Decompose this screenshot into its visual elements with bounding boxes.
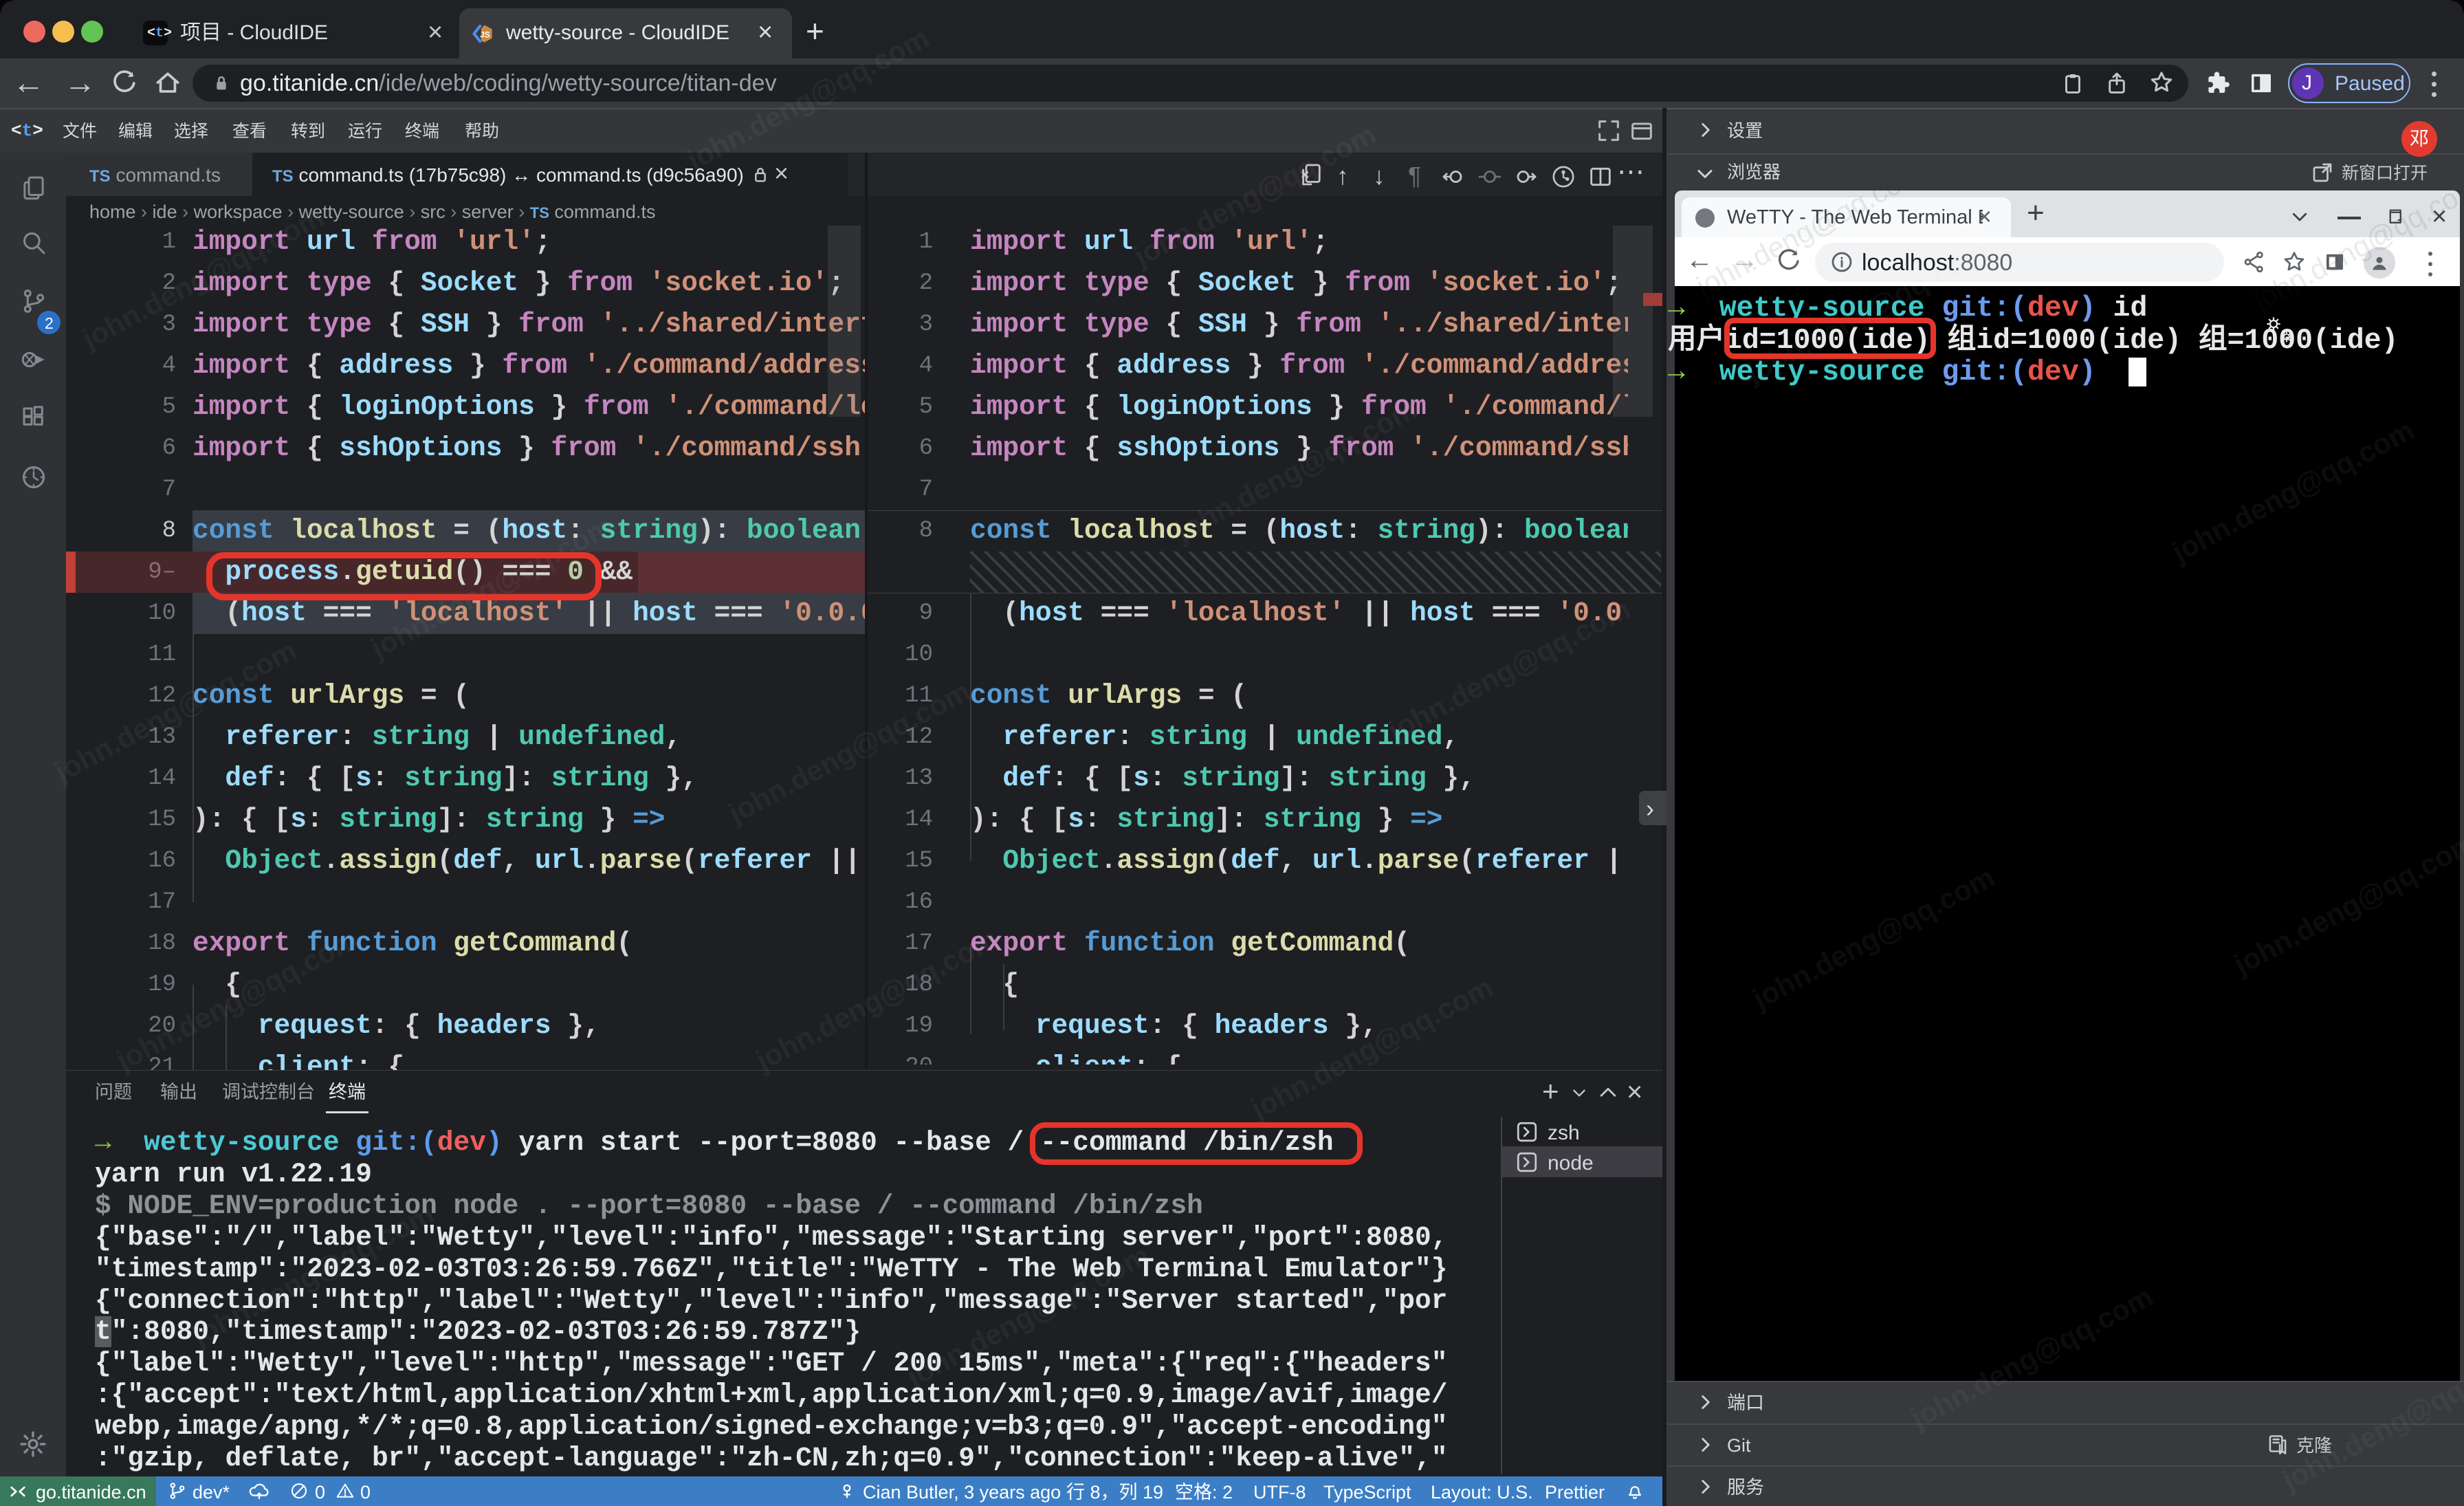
svg-text:JS: JS [480,30,490,40]
